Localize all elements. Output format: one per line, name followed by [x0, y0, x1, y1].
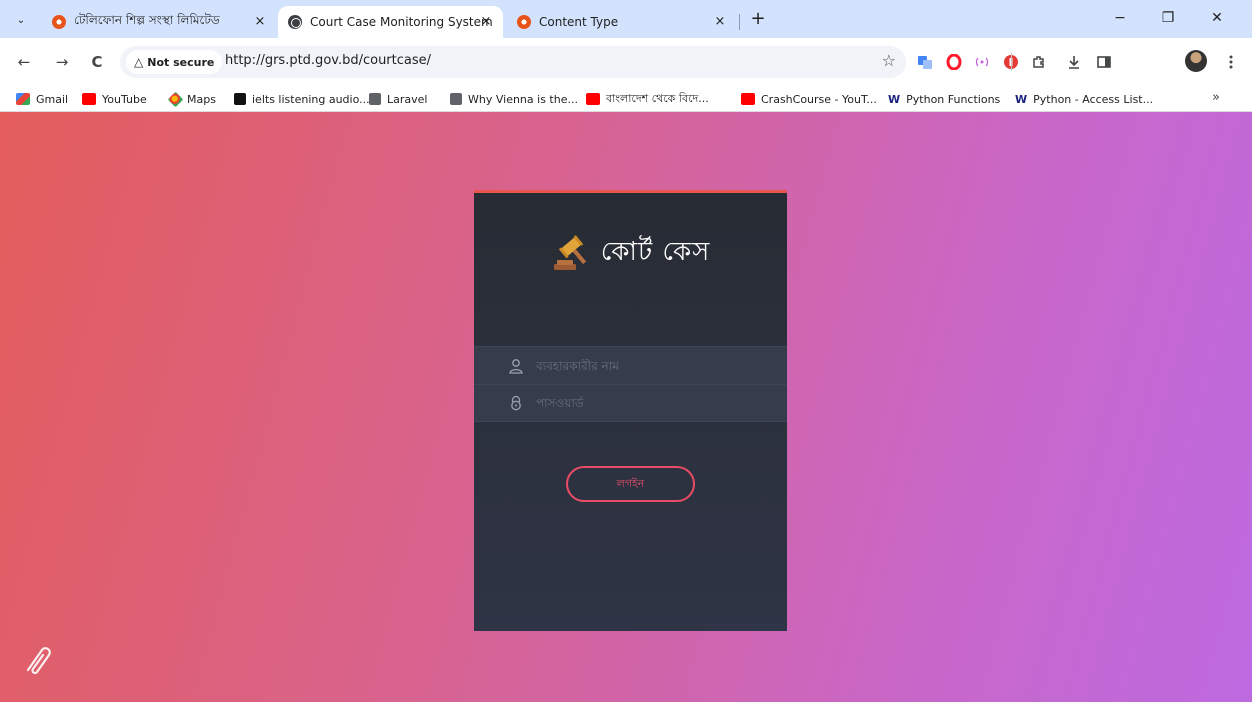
new-tab-button[interactable]: +: [747, 9, 769, 31]
username-input[interactable]: [536, 358, 787, 373]
address-bar[interactable]: △ Not secure http://grs.ptd.gov.bd/court…: [120, 46, 906, 78]
globe-icon: [288, 15, 302, 29]
password-field[interactable]: [474, 384, 787, 422]
more-menu-icon[interactable]: [1220, 51, 1242, 73]
bookmark-maps[interactable]: Maps: [167, 90, 216, 108]
globe-icon: [450, 93, 462, 105]
translate-extension-icon[interactable]: [914, 51, 936, 73]
forward-button[interactable]: →: [50, 50, 74, 74]
brand-header: কোর্ট কেস: [474, 231, 787, 275]
login-button[interactable]: লগইন: [566, 466, 695, 502]
reload-button[interactable]: C: [85, 50, 109, 74]
minimize-button[interactable]: −: [1105, 6, 1135, 30]
chevron-down-icon: ⌄: [16, 14, 26, 26]
bookmark-gmail[interactable]: Gmail: [16, 90, 68, 108]
password-input[interactable]: [536, 396, 787, 410]
lock-icon: [511, 395, 521, 411]
bookmarks-bar: Gmail YouTube Maps ielts listening audio…: [0, 86, 1252, 112]
gmail-icon: [16, 93, 30, 105]
bookmark-label: Python Functions: [906, 92, 1001, 106]
close-icon[interactable]: ×: [253, 15, 267, 29]
tab-search-button[interactable]: ⌄: [10, 9, 32, 31]
tab-court-case[interactable]: Court Case Monitoring System ×: [278, 6, 503, 38]
broadcast-extension-icon[interactable]: [971, 51, 993, 73]
close-icon[interactable]: ×: [713, 15, 727, 29]
bookmark-label: Gmail: [36, 92, 69, 106]
gavel-icon: [553, 235, 586, 270]
bookmark-label: Why Vienna is the...: [468, 92, 578, 106]
w3schools-icon: W: [888, 92, 901, 106]
bookmark-star-icon[interactable]: ☆: [882, 51, 896, 70]
restore-button[interactable]: ❐: [1153, 6, 1183, 30]
ptd-logo-icon: [517, 15, 531, 29]
bookmark-label: YouTube: [102, 92, 147, 106]
bookmarks-overflow-button[interactable]: »: [1212, 90, 1220, 105]
window-close-button[interactable]: ✕: [1202, 6, 1232, 30]
page-background: কোর্ট কেস লগইন: [0, 112, 1252, 702]
bookmark-label: Python - Access List...: [1033, 92, 1154, 106]
tab-title: টেলিফোন শিল্প সংস্থা লিমিটেড: [74, 13, 220, 27]
tab-ptd[interactable]: টেলিফোন শিল্প সংস্থা লিমিটেড ×: [42, 6, 277, 38]
dot-icon: [234, 93, 246, 105]
bookmark-youtube[interactable]: YouTube: [82, 90, 147, 108]
youtube-icon: [741, 93, 755, 105]
security-label: Not secure: [147, 55, 215, 69]
opera-extension-icon[interactable]: [943, 51, 965, 73]
youtube-icon: [586, 93, 600, 105]
url-text[interactable]: http://grs.ptd.gov.bd/courtcase/: [225, 53, 431, 68]
username-field[interactable]: [474, 346, 787, 384]
w3schools-icon: W: [1015, 92, 1028, 106]
bookmark-label: Maps: [187, 92, 216, 106]
profile-avatar[interactable]: [1185, 50, 1207, 72]
brand-title: কোর্ট কেস: [600, 237, 711, 267]
tab-strip: ⌄ টেলিফোন শিল্প সংস্থা লিমিটেড × Court C…: [0, 0, 1252, 38]
globe-icon: [369, 93, 381, 105]
maps-icon: [167, 91, 184, 107]
security-chip[interactable]: △ Not secure: [126, 50, 223, 74]
ptd-logo-icon: [52, 15, 66, 29]
bookmark-label: বাংলাদেশ থেকে বিদে...: [606, 91, 709, 105]
bookmark-vienna[interactable]: Why Vienna is the...: [450, 90, 578, 108]
back-button[interactable]: ←: [12, 50, 36, 74]
login-card: কোর্ট কেস লগইন: [474, 190, 787, 631]
bookmark-python-functions[interactable]: W Python Functions: [888, 90, 1000, 108]
extensions-puzzle-icon[interactable]: [1028, 51, 1050, 73]
bookmark-crashcourse[interactable]: CrashCourse - YouT...: [741, 90, 877, 108]
bookmark-label: Laravel: [387, 92, 428, 106]
user-icon: [509, 358, 523, 374]
download-icon[interactable]: [1063, 51, 1085, 73]
bookmark-label: ielts listening audio...: [252, 92, 370, 106]
side-panel-icon[interactable]: [1093, 51, 1115, 73]
paperclip-logo-icon: [26, 647, 51, 675]
tab-separator: [739, 14, 740, 30]
youtube-icon: [82, 93, 96, 105]
bookmark-ielts[interactable]: ielts listening audio...: [234, 90, 370, 108]
bookmark-python-access-list[interactable]: W Python - Access List...: [1015, 90, 1153, 108]
bookmark-laravel[interactable]: Laravel: [369, 90, 427, 108]
warning-icon: △: [134, 55, 144, 69]
tab-content-type[interactable]: Content Type ×: [507, 6, 737, 38]
tab-title: Court Case Monitoring System: [310, 15, 493, 29]
tab-title: Content Type: [539, 15, 619, 29]
bookmark-bangladesh[interactable]: বাংলাদেশ থেকে বিদে...: [586, 90, 709, 108]
browser-toolbar: ← → C △ Not secure http://grs.ptd.gov.bd…: [0, 38, 1252, 86]
close-icon[interactable]: ×: [479, 15, 493, 29]
bookmark-label: CrashCourse - YouT...: [761, 92, 877, 106]
toolbar-separator: [1011, 53, 1012, 71]
